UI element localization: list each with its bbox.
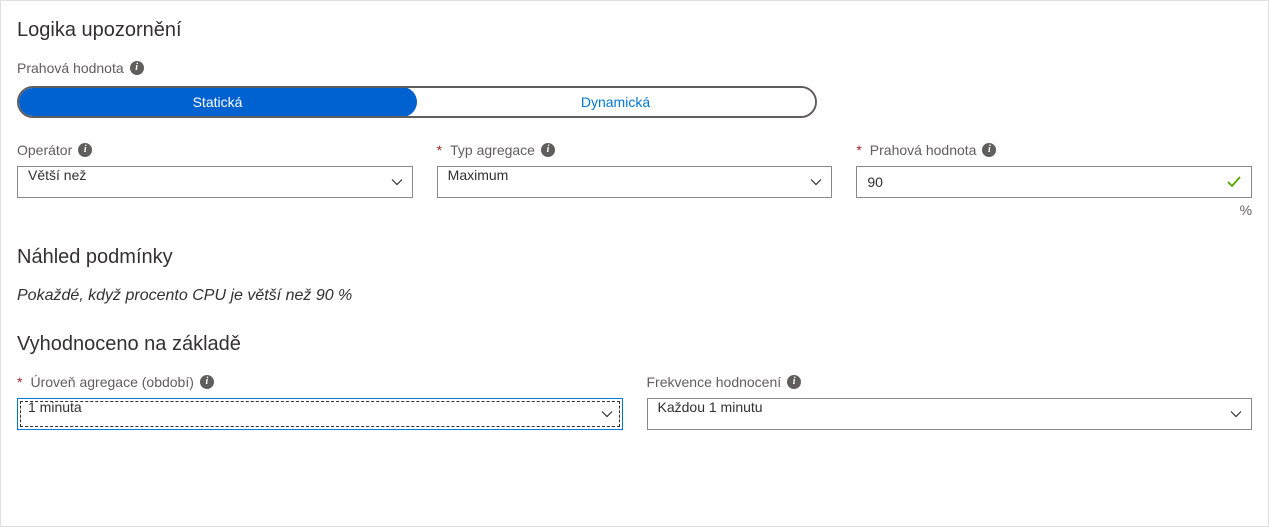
info-icon[interactable]: i	[982, 143, 996, 157]
section-title: Logika upozornění	[17, 19, 1252, 42]
aggregation-type-field: * Typ agregace i Maximum	[437, 142, 833, 218]
aggregation-level-field: * Úroveň agregace (období) i 1 minuta	[17, 374, 623, 430]
info-icon[interactable]: i	[200, 375, 214, 389]
evaluation-frequency-select[interactable]: Každou 1 minutu	[647, 398, 1253, 430]
evaluation-frequency-value: Každou 1 minutu	[658, 399, 763, 415]
threshold-unit: %	[856, 202, 1252, 218]
threshold-type-label-text: Prahová hodnota	[17, 60, 124, 76]
evaluation-frequency-label-text: Frekvence hodnocení	[647, 374, 782, 390]
threshold-type-toggle: Statická Dynamická	[17, 86, 817, 118]
aggregation-level-value: 1 minuta	[28, 399, 82, 415]
evaluated-based-on-title: Vyhodnoceno na základě	[17, 333, 1252, 356]
threshold-value-label: * Prahová hodnota i	[856, 142, 1252, 158]
info-icon[interactable]: i	[78, 143, 92, 157]
info-icon[interactable]: i	[787, 375, 801, 389]
threshold-value-field: * Prahová hodnota i %	[856, 142, 1252, 218]
threshold-toggle-static[interactable]: Statická	[18, 87, 417, 117]
required-indicator: *	[437, 142, 442, 158]
aggregation-type-label-text: Typ agregace	[450, 142, 535, 158]
threshold-value-label-text: Prahová hodnota	[870, 142, 977, 158]
condition-preview-title: Náhled podmínky	[17, 246, 1252, 269]
aggregation-level-select[interactable]: 1 minuta	[17, 398, 623, 430]
operator-value: Větší než	[28, 167, 86, 183]
threshold-type-label: Prahová hodnota i	[17, 60, 144, 76]
aggregation-type-value: Maximum	[448, 167, 509, 183]
required-indicator: *	[856, 142, 861, 158]
evaluation-frequency-label: Frekvence hodnocení i	[647, 374, 1253, 390]
operator-label-text: Operátor	[17, 142, 72, 158]
aggregation-type-label: * Typ agregace i	[437, 142, 833, 158]
threshold-toggle-dynamic[interactable]: Dynamická	[416, 88, 815, 116]
operator-label: Operátor i	[17, 142, 413, 158]
evaluation-frequency-field: Frekvence hodnocení i Každou 1 minutu	[647, 374, 1253, 430]
info-icon[interactable]: i	[130, 61, 144, 75]
operator-field: Operátor i Větší než	[17, 142, 413, 218]
info-icon[interactable]: i	[541, 143, 555, 157]
alert-logic-panel: Logika upozornění Prahová hodnota i Stat…	[0, 0, 1269, 527]
operator-select[interactable]: Větší než	[17, 166, 413, 198]
aggregation-type-select[interactable]: Maximum	[437, 166, 833, 198]
threshold-value-input[interactable]	[856, 166, 1252, 198]
required-indicator: *	[17, 374, 22, 390]
condition-preview-text: Pokaždé, když procento CPU je větší než …	[17, 287, 1252, 305]
aggregation-level-label: * Úroveň agregace (období) i	[17, 374, 623, 390]
aggregation-level-label-text: Úroveň agregace (období)	[30, 374, 193, 390]
